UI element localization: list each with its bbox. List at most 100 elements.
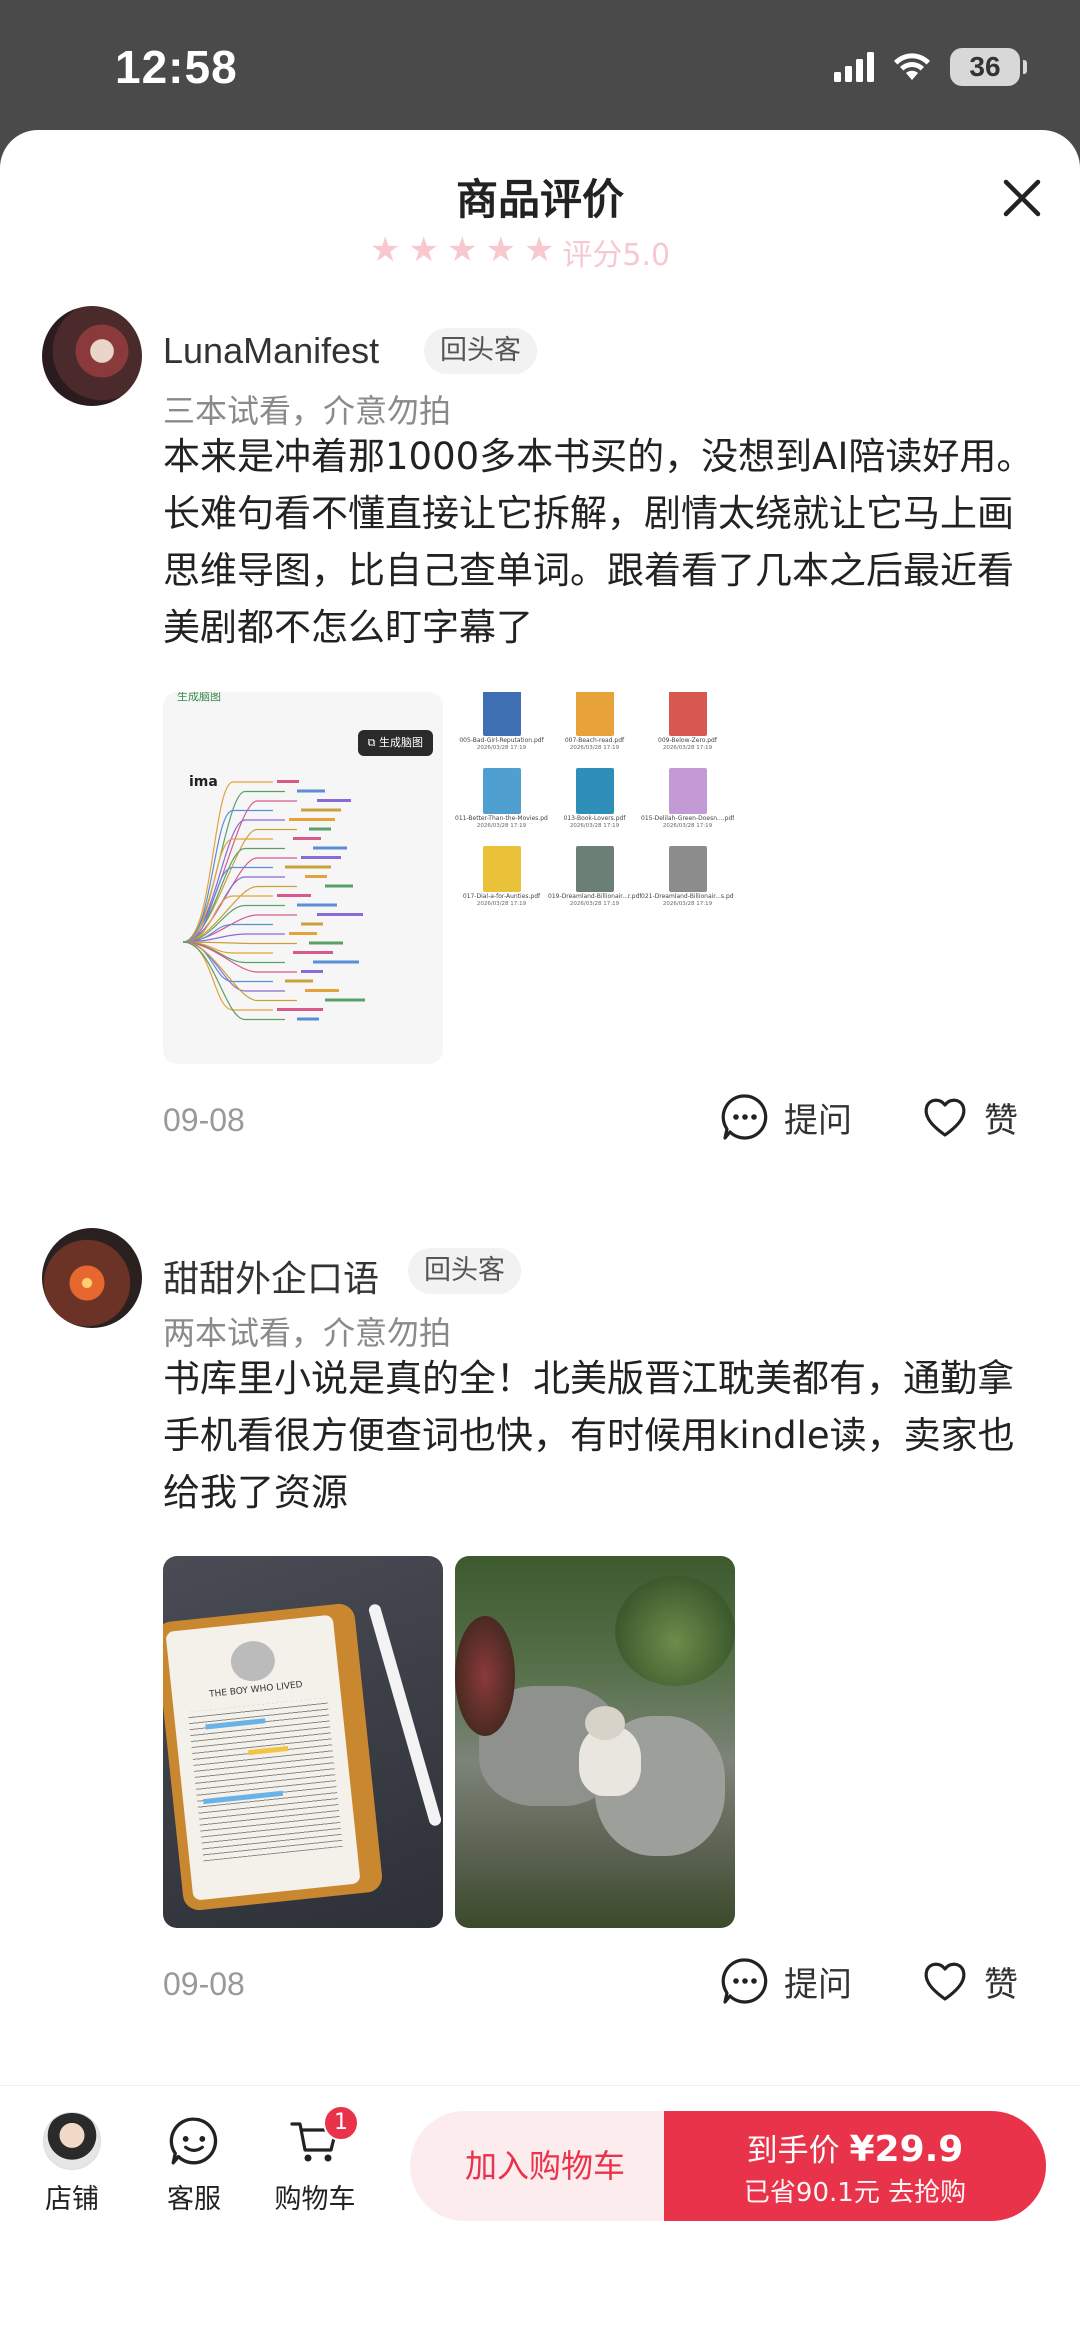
review-image-tablet[interactable]: THE BOY WHO LIVED — [163, 1556, 443, 1928]
store-label: 店铺 — [45, 2184, 99, 2215]
tablet-frame: THE BOY WHO LIVED — [163, 1602, 384, 1912]
ask-button[interactable]: 提问 — [720, 1956, 852, 2006]
review-content: 书库里小说是真的全！北美版晋江耽美都有，通勤拿手机看很方便查词也快，有时候用ki… — [163, 1357, 1015, 1514]
buy-now-button[interactable]: 到手价 ¥29.9 已省90.1元 去抢购 — [664, 2111, 1046, 2221]
like-label: 赞 — [984, 1100, 1018, 1141]
file-name: 007-Beach-read.pdf — [564, 737, 625, 744]
book-cover — [482, 768, 521, 814]
avatar[interactable] — [42, 1228, 142, 1328]
store-avatar-wrap — [22, 2111, 122, 2171]
tablet-screen: THE BOY WHO LIVED — [165, 1614, 361, 1901]
mindmap-branch — [182, 941, 285, 1021]
rating-text: 评分5.0 — [562, 238, 671, 270]
book-file-item[interactable]: 015-Delilah-Green-Doesn....pdf 2026/03/28… — [641, 764, 734, 840]
book-cover — [482, 692, 521, 736]
ask-button[interactable]: 提问 — [720, 1092, 852, 1142]
cart-button[interactable]: 1 购物车 — [265, 2105, 365, 2216]
review-image-cat[interactable] — [455, 1556, 735, 1928]
status-icons: 36 — [834, 48, 1027, 86]
file-name: 011-Better-Than-the-Movies.pdf — [455, 815, 548, 822]
mindmap-leaf — [325, 998, 365, 1002]
file-date: 2026/03/28 17:19 — [476, 901, 527, 907]
like-button[interactable]: 赞 — [920, 1956, 1018, 2006]
book-file-item[interactable]: 017-Dial-a-for-Aunties.pdf 2026/03/28 17:… — [455, 842, 548, 918]
mindmap-branch — [182, 857, 297, 943]
file-date: 2026/03/28 17:19 — [662, 823, 713, 829]
book-file-item[interactable]: 013-Book-Lovers.pdf 2026/03/28 17:19 — [548, 764, 641, 840]
buy-savings: 已省90.1元 去抢购 — [743, 2178, 967, 2208]
mindmap-branch — [182, 941, 297, 973]
mindmap-leaf — [285, 979, 313, 983]
mindmap-leaf — [313, 960, 359, 964]
file-date: 2026/03/28 17:19 — [662, 745, 713, 751]
review-sheet: 商品评价 ★ ★ ★ ★ ★ 评分5.0 LunaManifest 回头客 三本… — [0, 130, 1080, 2337]
sheet-header: 商品评价 ★ ★ ★ ★ ★ 评分5.0 — [0, 130, 1080, 280]
user-name[interactable]: LunaManifest — [163, 330, 379, 372]
mindmap-leaf — [301, 808, 341, 812]
like-label: 赞 — [984, 1964, 1018, 2005]
book-file-item[interactable]: 011-Better-Than-the-Movies.pdf 2026/03/28… — [455, 764, 548, 840]
mindmap-leaf — [293, 837, 321, 840]
review-content: 本来是冲着那1000多本书买的，没想到AI陪读好用。长难句看不懂直接让它拆解，剧… — [163, 435, 1034, 649]
add-to-cart-button[interactable]: 加入购物车 — [410, 2111, 680, 2221]
book-cover — [575, 768, 614, 814]
product-variant: 三本试看，介意勿拍 — [163, 392, 452, 430]
battery-indicator: 36 — [950, 48, 1027, 86]
customer-service-button[interactable]: 客服 — [144, 2111, 244, 2216]
customer-service-icon — [169, 2117, 218, 2165]
star-icon: ★ — [523, 230, 555, 270]
chat-bubble-icon — [721, 1094, 768, 1140]
mindmap-leaf — [325, 884, 353, 888]
book-file-item[interactable]: 005-Bad-Girl-Reputation.pdf 2026/03/28 17… — [455, 692, 548, 762]
book-file-item[interactable]: 019-Dreamland-Billionair...r.pdf 2026/03/… — [548, 842, 641, 918]
sheet-title: 商品评价 — [455, 175, 624, 224]
cart-count-badge: 1 — [323, 2105, 359, 2141]
star-icon: ★ — [446, 230, 478, 270]
mindmap-leaf — [297, 1017, 319, 1021]
mindmap-leaf — [301, 856, 341, 859]
mindmap-leaf — [277, 780, 299, 783]
review-images: THE BOY WHO LIVED — [163, 1556, 735, 1928]
book-cover — [575, 846, 614, 892]
bottom-action-bar: 店铺 客服 1 购物车 加入购物车 到手价 ¥29.9 已省90.1元 去抢购 — [0, 2085, 1080, 2338]
avatar[interactable] — [42, 306, 142, 406]
mindmap-leaf — [297, 789, 325, 793]
file-grid: 005-Bad-Girl-Reputation.pdf 2026/03/28 17… — [455, 692, 735, 918]
cart-icon-wrap: 1 — [265, 2105, 365, 2171]
like-button[interactable]: 赞 — [920, 1092, 1018, 1142]
file-date: 2026/03/28 17:19 — [569, 901, 620, 907]
file-date: 2026/03/28 17:19 — [569, 823, 620, 829]
star-icon: ★ — [485, 230, 516, 270]
user-name[interactable]: 甜甜外企口语 — [163, 1250, 379, 1302]
file-date: 2026/03/28 17:19 — [476, 745, 527, 751]
book-file-item[interactable]: 021-Dreamland-Billionair...s.pdf 2026/03/… — [641, 842, 734, 918]
store-button[interactable]: 店铺 — [22, 2111, 122, 2216]
mindmap-diagram — [182, 780, 365, 1021]
book-file-item[interactable]: 009-Below-Zero.pdf 2026/03/28 17:19 — [641, 692, 734, 762]
mindmap-leaf — [317, 913, 363, 916]
close-icon[interactable] — [992, 168, 1052, 228]
file-name: 005-Bad-Girl-Reputation.pdf — [459, 737, 544, 744]
mindmap-leaf — [309, 827, 331, 831]
book-cover — [668, 692, 707, 736]
mindmap-leaf — [277, 1008, 323, 1011]
review-date: 09-08 — [163, 1966, 245, 2002]
review-image-mindmap[interactable]: 生成脑图 ⧉ 生成脑图 ima — [163, 692, 443, 1064]
service-label: 客服 — [167, 2184, 221, 2215]
mindmap-leaf — [297, 903, 337, 907]
mindmap-leaf — [293, 951, 333, 954]
status-time: 12:58 — [115, 41, 238, 93]
file-name: 021-Dreamland-Billionair...s.pdf — [641, 893, 734, 900]
store-avatar — [43, 2112, 101, 2170]
file-date: 2026/03/28 17:19 — [662, 901, 713, 907]
page-illustration — [228, 1638, 277, 1684]
file-date: 2026/03/28 17:19 — [476, 823, 527, 829]
book-file-item[interactable]: 007-Beach-read.pdf 2026/03/28 17:19 — [548, 692, 641, 762]
file-name: 017-Dial-a-for-Aunties.pdf — [462, 893, 541, 900]
heart-icon — [924, 1962, 966, 2001]
signal-icon — [834, 52, 874, 82]
review-image-book-files[interactable]: 005-Bad-Girl-Reputation.pdf 2026/03/28 17… — [455, 692, 735, 1064]
book-cover — [575, 692, 614, 736]
ask-label: 提问 — [784, 1964, 852, 2005]
buy-prefix: 到手价 — [746, 2133, 850, 2169]
